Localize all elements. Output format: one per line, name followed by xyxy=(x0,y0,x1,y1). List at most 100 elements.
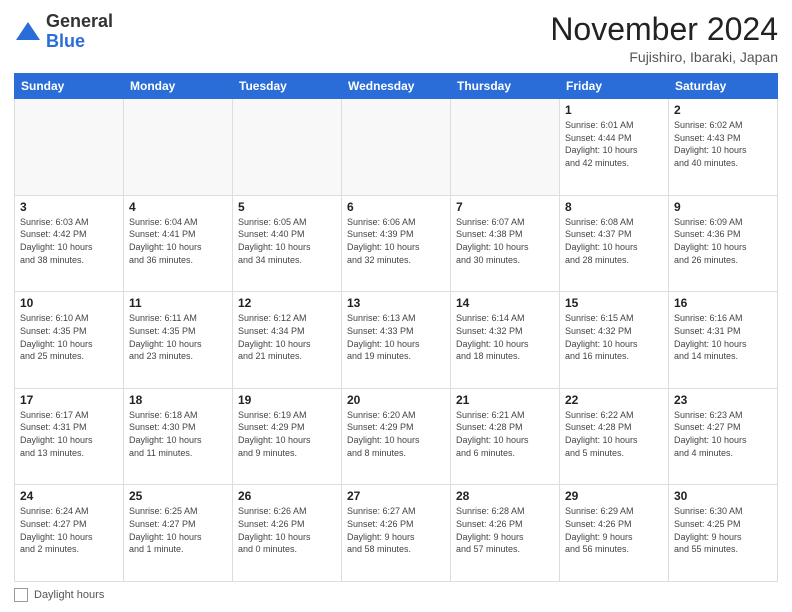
day-info: Sunrise: 6:23 AM Sunset: 4:27 PM Dayligh… xyxy=(674,409,772,459)
calendar-cell: 12 Sunrise: 6:12 AM Sunset: 4:34 PM Dayli… xyxy=(233,292,342,389)
calendar-cell: 5 Sunrise: 6:05 AM Sunset: 4:40 PM Daylig… xyxy=(233,195,342,292)
day-number: 7 xyxy=(456,200,554,214)
day-info: Sunrise: 6:14 AM Sunset: 4:32 PM Dayligh… xyxy=(456,312,554,362)
day-info: Sunrise: 6:12 AM Sunset: 4:34 PM Dayligh… xyxy=(238,312,336,362)
calendar-cell: 25Sunrise: 6:25 AM Sunset: 4:27 PM Dayli… xyxy=(124,485,233,582)
day-number: 13 xyxy=(347,296,445,310)
logo-blue: Blue xyxy=(46,31,85,51)
calendar-cell xyxy=(124,99,233,196)
calendar-cell: 2 Sunrise: 6:02 AM Sunset: 4:43 PM Daylig… xyxy=(669,99,778,196)
day-number: 12 xyxy=(238,296,336,310)
footer-label: Daylight hours xyxy=(34,589,104,601)
day-info: Sunrise: 6:03 AM Sunset: 4:42 PM Dayligh… xyxy=(20,216,118,266)
day-info: Sunrise: 6:30 AM Sunset: 4:25 PM Dayligh… xyxy=(674,505,772,555)
calendar-cell: 6Sunrise: 6:06 AM Sunset: 4:39 PM Daylig… xyxy=(342,195,451,292)
calendar-week-3: 17Sunrise: 6:17 AM Sunset: 4:31 PM Dayli… xyxy=(15,388,778,485)
day-number: 18 xyxy=(129,393,227,407)
day-number: 11 xyxy=(129,296,227,310)
day-info: Sunrise: 6:11 AM Sunset: 4:35 PM Dayligh… xyxy=(129,312,227,362)
day-number: 25 xyxy=(129,489,227,503)
day-number: 15 xyxy=(565,296,663,310)
day-number: 2 xyxy=(674,103,772,117)
day-info: Sunrise: 6:18 AM Sunset: 4:30 PM Dayligh… xyxy=(129,409,227,459)
calendar-cell: 16Sunrise: 6:16 AM Sunset: 4:31 PM Dayli… xyxy=(669,292,778,389)
weekday-header-wednesday: Wednesday xyxy=(342,74,451,99)
day-number: 4 xyxy=(129,200,227,214)
day-number: 29 xyxy=(565,489,663,503)
weekday-header-monday: Monday xyxy=(124,74,233,99)
logo-icon xyxy=(14,18,42,46)
calendar-cell: 9 Sunrise: 6:09 AM Sunset: 4:36 PM Daylig… xyxy=(669,195,778,292)
calendar-cell: 11 Sunrise: 6:11 AM Sunset: 4:35 PM Dayli… xyxy=(124,292,233,389)
calendar-cell: 30 Sunrise: 6:30 AM Sunset: 4:25 PM Dayli… xyxy=(669,485,778,582)
main-title: November 2024 xyxy=(550,12,778,47)
calendar-cell: 15 Sunrise: 6:15 AM Sunset: 4:32 PM Dayli… xyxy=(560,292,669,389)
day-info: Sunrise: 6:16 AM Sunset: 4:31 PM Dayligh… xyxy=(674,312,772,362)
day-info: Sunrise: 6:20 AM Sunset: 4:29 PM Dayligh… xyxy=(347,409,445,459)
weekday-header-friday: Friday xyxy=(560,74,669,99)
page: General Blue November 2024 Fujishiro, Ib… xyxy=(0,0,792,612)
day-info: Sunrise: 6:27 AM Sunset: 4:26 PM Dayligh… xyxy=(347,505,445,555)
day-info: Sunrise: 6:29 AM Sunset: 4:26 PM Dayligh… xyxy=(565,505,663,555)
day-number: 1 xyxy=(565,103,663,117)
day-info: Sunrise: 6:01 AM Sunset: 4:44 PM Dayligh… xyxy=(565,119,663,169)
day-number: 14 xyxy=(456,296,554,310)
day-info: Sunrise: 6:04 AM Sunset: 4:41 PM Dayligh… xyxy=(129,216,227,266)
day-info: Sunrise: 6:08 AM Sunset: 4:37 PM Dayligh… xyxy=(565,216,663,266)
day-number: 5 xyxy=(238,200,336,214)
calendar-cell: 1 Sunrise: 6:01 AM Sunset: 4:44 PM Daylig… xyxy=(560,99,669,196)
day-info: Sunrise: 6:09 AM Sunset: 4:36 PM Dayligh… xyxy=(674,216,772,266)
day-info: Sunrise: 6:24 AM Sunset: 4:27 PM Dayligh… xyxy=(20,505,118,555)
subtitle: Fujishiro, Ibaraki, Japan xyxy=(550,49,778,65)
day-info: Sunrise: 6:05 AM Sunset: 4:40 PM Dayligh… xyxy=(238,216,336,266)
weekday-header-saturday: Saturday xyxy=(669,74,778,99)
day-number: 28 xyxy=(456,489,554,503)
logo-general: General xyxy=(46,11,113,31)
day-number: 22 xyxy=(565,393,663,407)
day-info: Sunrise: 6:10 AM Sunset: 4:35 PM Dayligh… xyxy=(20,312,118,362)
logo: General Blue xyxy=(14,12,113,52)
calendar-table: SundayMondayTuesdayWednesdayThursdayFrid… xyxy=(14,73,778,582)
day-number: 27 xyxy=(347,489,445,503)
calendar-cell: 21 Sunrise: 6:21 AM Sunset: 4:28 PM Dayli… xyxy=(451,388,560,485)
calendar-cell: 24Sunrise: 6:24 AM Sunset: 4:27 PM Dayli… xyxy=(15,485,124,582)
day-number: 23 xyxy=(674,393,772,407)
day-number: 3 xyxy=(20,200,118,214)
day-number: 19 xyxy=(238,393,336,407)
footer-box xyxy=(14,588,28,602)
weekday-header-sunday: Sunday xyxy=(15,74,124,99)
calendar-cell: 8 Sunrise: 6:08 AM Sunset: 4:37 PM Daylig… xyxy=(560,195,669,292)
calendar-cell: 10Sunrise: 6:10 AM Sunset: 4:35 PM Dayli… xyxy=(15,292,124,389)
day-number: 30 xyxy=(674,489,772,503)
day-info: Sunrise: 6:15 AM Sunset: 4:32 PM Dayligh… xyxy=(565,312,663,362)
footer: Daylight hours xyxy=(14,588,778,602)
calendar-cell: 13 Sunrise: 6:13 AM Sunset: 4:33 PM Dayli… xyxy=(342,292,451,389)
day-info: Sunrise: 6:02 AM Sunset: 4:43 PM Dayligh… xyxy=(674,119,772,169)
day-info: Sunrise: 6:07 AM Sunset: 4:38 PM Dayligh… xyxy=(456,216,554,266)
header: General Blue November 2024 Fujishiro, Ib… xyxy=(14,12,778,65)
calendar-cell: 26 Sunrise: 6:26 AM Sunset: 4:26 PM Dayli… xyxy=(233,485,342,582)
weekday-header-tuesday: Tuesday xyxy=(233,74,342,99)
weekday-header-thursday: Thursday xyxy=(451,74,560,99)
calendar-week-2: 10Sunrise: 6:10 AM Sunset: 4:35 PM Dayli… xyxy=(15,292,778,389)
day-info: Sunrise: 6:13 AM Sunset: 4:33 PM Dayligh… xyxy=(347,312,445,362)
calendar-cell: 17Sunrise: 6:17 AM Sunset: 4:31 PM Dayli… xyxy=(15,388,124,485)
day-number: 21 xyxy=(456,393,554,407)
calendar-week-4: 24Sunrise: 6:24 AM Sunset: 4:27 PM Dayli… xyxy=(15,485,778,582)
day-number: 9 xyxy=(674,200,772,214)
day-info: Sunrise: 6:28 AM Sunset: 4:26 PM Dayligh… xyxy=(456,505,554,555)
day-info: Sunrise: 6:26 AM Sunset: 4:26 PM Dayligh… xyxy=(238,505,336,555)
day-number: 20 xyxy=(347,393,445,407)
calendar-cell: 19 Sunrise: 6:19 AM Sunset: 4:29 PM Dayli… xyxy=(233,388,342,485)
calendar-cell: 29 Sunrise: 6:29 AM Sunset: 4:26 PM Dayli… xyxy=(560,485,669,582)
calendar-cell: 22Sunrise: 6:22 AM Sunset: 4:28 PM Dayli… xyxy=(560,388,669,485)
calendar-week-1: 3 Sunrise: 6:03 AM Sunset: 4:42 PM Daylig… xyxy=(15,195,778,292)
calendar-header-row: SundayMondayTuesdayWednesdayThursdayFrid… xyxy=(15,74,778,99)
calendar-cell: 23 Sunrise: 6:23 AM Sunset: 4:27 PM Dayli… xyxy=(669,388,778,485)
calendar-cell: 3 Sunrise: 6:03 AM Sunset: 4:42 PM Daylig… xyxy=(15,195,124,292)
calendar-cell xyxy=(451,99,560,196)
day-info: Sunrise: 6:19 AM Sunset: 4:29 PM Dayligh… xyxy=(238,409,336,459)
day-number: 8 xyxy=(565,200,663,214)
day-info: Sunrise: 6:21 AM Sunset: 4:28 PM Dayligh… xyxy=(456,409,554,459)
day-number: 26 xyxy=(238,489,336,503)
